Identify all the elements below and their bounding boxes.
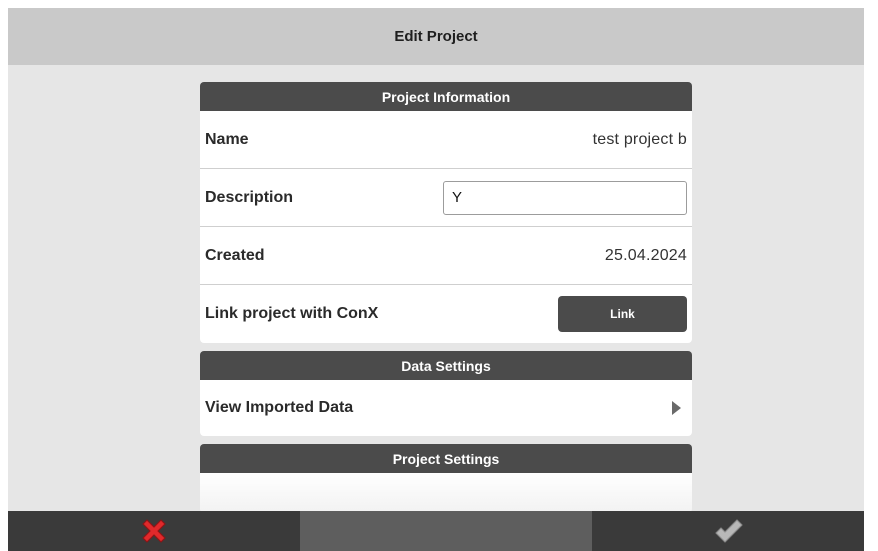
chevron-right-icon (672, 401, 681, 415)
title-bar: Edit Project (8, 8, 864, 65)
link-button[interactable]: Link (558, 296, 687, 332)
name-value[interactable]: test project b (593, 131, 687, 149)
footer-middle-panel (300, 511, 592, 551)
link-conx-row: Link project with ConX Link (200, 285, 692, 343)
description-row: Description (200, 169, 692, 227)
bottom-action-bar (8, 511, 864, 551)
created-row: Created 25.04.2024 (200, 227, 692, 285)
section-header-project-settings: Project Settings (200, 444, 692, 473)
link-conx-label: Link project with ConX (205, 305, 379, 322)
edit-project-screen: Edit Project Project Information Name te… (8, 8, 864, 551)
view-imported-data-item[interactable]: View Imported Data (200, 380, 692, 436)
checkmark-icon (715, 519, 743, 543)
settings-panel: Project Information Name test project b … (200, 82, 692, 513)
created-date-value: 25.04.2024 (604, 246, 687, 264)
description-input[interactable] (443, 180, 687, 215)
name-row: Name test project b (200, 111, 692, 169)
name-label: Name (205, 130, 249, 148)
page-title: Edit Project (394, 28, 478, 45)
created-label: Created (205, 246, 265, 264)
confirm-button[interactable] (592, 511, 864, 551)
section-header-data-settings: Data Settings (200, 351, 692, 380)
description-label: Description (205, 188, 294, 206)
view-imported-data-label: View Imported Data (205, 399, 354, 416)
section-header-project-information: Project Information (200, 82, 692, 111)
project-settings-first-row[interactable] (200, 473, 692, 513)
close-x-icon (142, 519, 166, 543)
cancel-button[interactable] (8, 511, 300, 551)
